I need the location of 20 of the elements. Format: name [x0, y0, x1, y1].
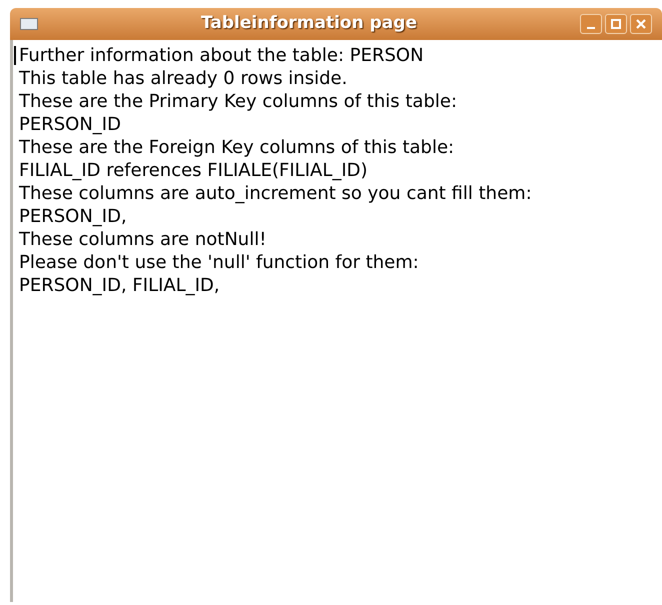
- text-line: Further information about the table: PERSON: [19, 44, 424, 67]
- close-button[interactable]: [630, 14, 652, 34]
- text-cursor: [14, 46, 16, 65]
- window-icon: [20, 18, 38, 30]
- text-line: PERSON_ID,: [19, 205, 127, 228]
- maximize-button[interactable]: [605, 14, 627, 34]
- window-title: Tableinformation page: [201, 12, 417, 36]
- maximize-icon: [611, 19, 621, 29]
- text-line: This table has already 0 rows inside.: [19, 67, 348, 90]
- text-line: These are the Primary Key columns of this table:: [19, 90, 458, 113]
- text-line: Please don't use the 'null' function for them:: [19, 251, 419, 274]
- minimize-button[interactable]: [580, 14, 602, 34]
- text-line: These are the Foreign Key columns of this table:: [19, 136, 454, 159]
- minimize-icon: [587, 26, 595, 28]
- text-line: PERSON_ID, FILIAL_ID,: [19, 274, 220, 297]
- text-line: FILIAL_ID references FILIALE(FILIAL_ID): [19, 159, 368, 182]
- text-line: These columns are notNull!: [19, 228, 266, 251]
- text-line: PERSON_ID: [19, 113, 121, 136]
- close-icon: [636, 19, 646, 29]
- text-line: These columns are auto_increment so you cant fill them:: [19, 182, 532, 205]
